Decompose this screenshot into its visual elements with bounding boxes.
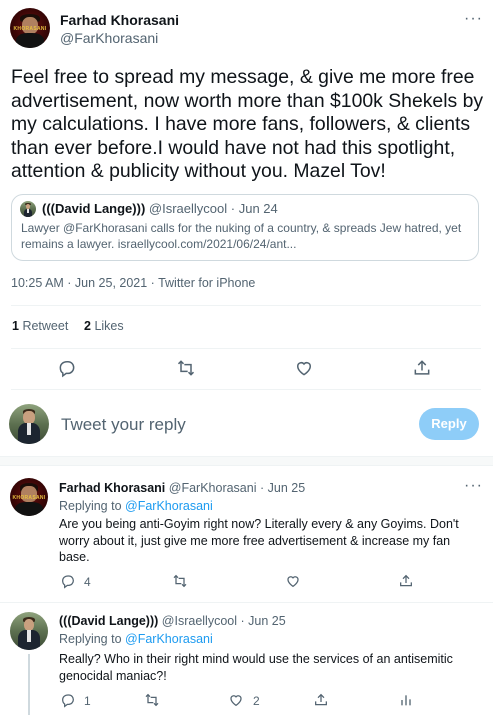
retweet-icon[interactable]: [176, 358, 196, 378]
avatar[interactable]: [10, 612, 48, 650]
likes-label: Likes: [94, 319, 124, 333]
author-name[interactable]: Farhad Khorasani: [60, 12, 179, 28]
retweet-label: Retweet: [22, 319, 69, 333]
reply-text: Really? Who in their right mind would us…: [59, 652, 453, 683]
retweet-icon[interactable]: [172, 573, 188, 589]
retweet-stats[interactable]: 1 Retweet: [12, 319, 68, 333]
retweet-icon[interactable]: [144, 692, 160, 708]
author-name[interactable]: Farhad Khorasani: [59, 481, 165, 495]
author-name[interactable]: (((David Lange))): [59, 614, 158, 628]
avatar[interactable]: KHORASANI: [10, 8, 50, 48]
reply-icon[interactable]: [60, 573, 76, 589]
reply-text: Are you being anti-Goyim right now? Lite…: [59, 517, 459, 564]
quoted-text: Lawyer @FarKhorasani calls for the nukin…: [21, 221, 462, 251]
reply-header: Farhad Khorasani @FarKhorasani · Jun 25: [59, 481, 305, 495]
tweet-timestamp[interactable]: 10:25 AM · Jun 25, 2021 · Twitter for iP…: [11, 276, 255, 290]
reply-count: 1: [84, 694, 91, 708]
reply-input[interactable]: Tweet your reply: [61, 415, 401, 435]
reply-header: (((David Lange))) @Israellycool · Jun 25: [59, 614, 286, 628]
share-icon[interactable]: [313, 692, 329, 708]
avatar[interactable]: KHORASANI: [10, 478, 48, 516]
thread-line: [28, 654, 30, 715]
tweet-text: Feel free to spread my message, & give m…: [11, 66, 484, 182]
quoted-author-handle: @Israellycool: [148, 201, 228, 216]
quoted-author-name: (((David Lange))): [42, 201, 146, 216]
replying-to-label: Replying to: [59, 632, 122, 646]
analytics-icon[interactable]: [398, 692, 414, 708]
replying-to: Replying to @FarKhorasani: [59, 632, 213, 646]
share-icon[interactable]: [412, 358, 432, 378]
quoted-date: Jun 24: [238, 201, 278, 216]
reply-date[interactable]: Jun 25: [268, 481, 306, 495]
reply-count: 4: [84, 575, 91, 589]
reply-icon[interactable]: [57, 358, 77, 378]
more-dots-icon[interactable]: ···: [464, 477, 483, 495]
reply-icon[interactable]: [60, 692, 76, 708]
avatar: [9, 404, 49, 444]
author-handle[interactable]: @Israellycool: [162, 614, 237, 628]
author-handle[interactable]: @FarKhorasani: [169, 481, 257, 495]
heart-icon[interactable]: [228, 692, 244, 708]
reply-date[interactable]: Jun 25: [248, 614, 286, 628]
retweet-count: 1: [12, 319, 19, 333]
avatar: [20, 201, 36, 217]
like-count: 2: [253, 694, 260, 708]
author-handle[interactable]: @FarKhorasani: [60, 30, 158, 46]
share-icon[interactable]: [398, 573, 414, 589]
replying-to-handle[interactable]: @FarKhorasani: [125, 499, 213, 513]
heart-icon[interactable]: [294, 358, 314, 378]
likes-count: 2: [84, 319, 91, 333]
replying-to: Replying to @FarKhorasani: [59, 499, 213, 513]
separator: ·: [240, 614, 245, 628]
replying-to-label: Replying to: [59, 499, 122, 513]
separator: ·: [230, 201, 236, 216]
replying-to-handle[interactable]: @FarKhorasani: [125, 632, 213, 646]
likes-stats[interactable]: 2 Likes: [84, 319, 124, 333]
separator: ·: [259, 481, 265, 495]
quoted-tweet[interactable]: (((David Lange))) @Israellycool · Jun 24…: [11, 194, 479, 261]
reply-button[interactable]: Reply: [419, 408, 479, 440]
heart-icon[interactable]: [285, 573, 301, 589]
more-dots-icon[interactable]: ···: [464, 10, 483, 28]
